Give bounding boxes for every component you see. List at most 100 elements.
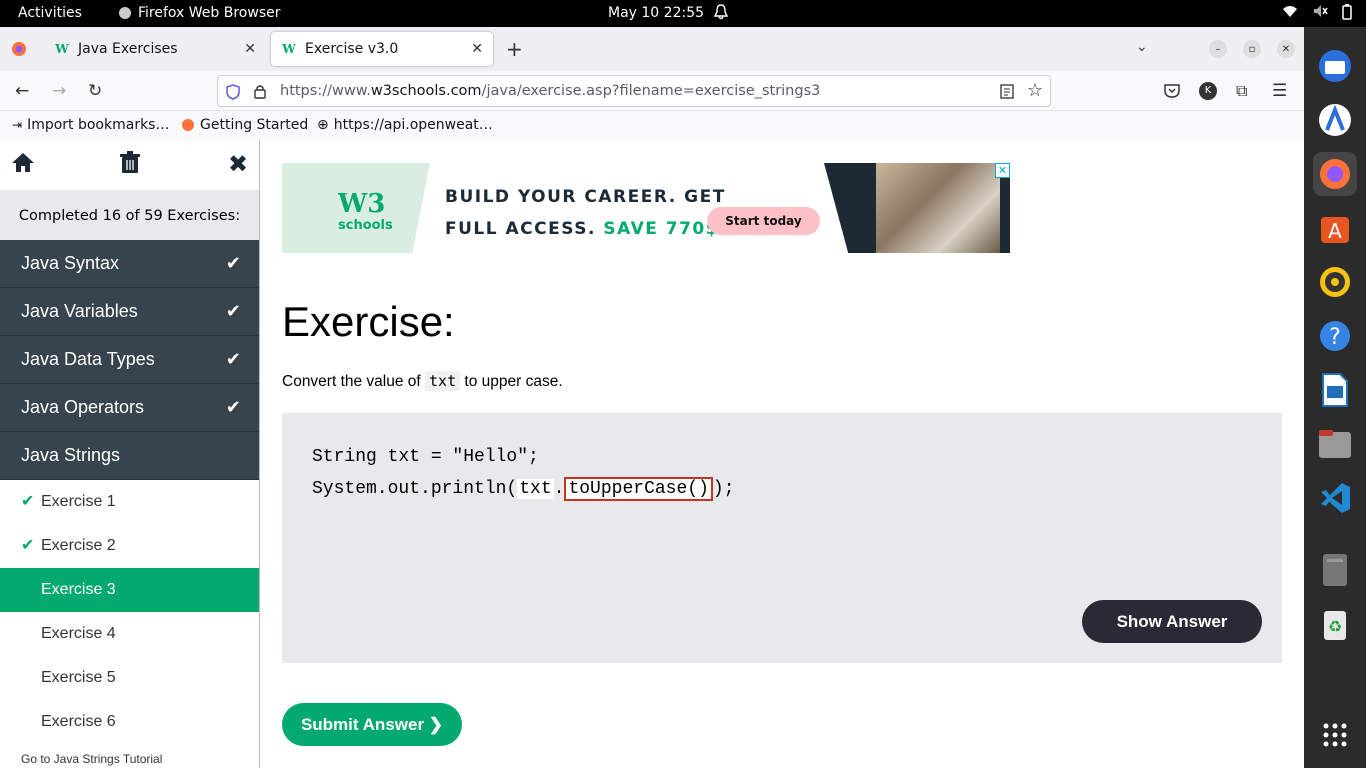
wifi-icon <box>1283 6 1297 17</box>
tutorial-link[interactable]: Go to Java Strings Tutorial <box>21 752 162 766</box>
code-line-1: String txt = "Hello"; <box>312 447 539 467</box>
import-icon: ⇥ <box>12 118 23 132</box>
close-window-icon[interactable]: ✕ <box>1277 40 1295 58</box>
bookmarks-toolbar: ⇥ Import bookmarks… Getting Started ⊕ http… <box>0 111 1304 140</box>
tab-exercise-v3[interactable]: W Exercise v3.0 ✕ <box>271 32 493 66</box>
list-tabs-chevron-down-icon[interactable]: ⌄ <box>1136 39 1148 55</box>
svg-text:♻: ♻ <box>1328 617 1342 636</box>
libreoffice-writer-icon[interactable] <box>1313 368 1357 412</box>
bookmark-openweather[interactable]: ⊕ https://api.openweat… <box>317 117 493 133</box>
tracking-shield-icon[interactable] <box>226 84 240 100</box>
ad-text: BUILD YOUR CAREER. GET FULL ACCESS. SAVE… <box>445 187 726 239</box>
extensions-puzzle-icon[interactable]: ⧉ <box>1236 81 1247 101</box>
checkmark-icon: ✔ <box>225 301 241 321</box>
tab-java-exercises[interactable]: W Java Exercises ✕ <box>44 32 266 66</box>
thunderbird-icon[interactable] <box>1313 44 1357 88</box>
back-arrow-icon[interactable]: ← <box>15 81 29 101</box>
show-applications-icon[interactable] <box>1313 713 1357 757</box>
start-today-button[interactable]: Start today <box>707 207 820 235</box>
rhythmbox-icon[interactable] <box>1313 260 1357 304</box>
navigation-toolbar: ← → ↻ https://www.w3schools.com/java/exe… <box>0 71 1304 111</box>
reload-icon[interactable]: ↻ <box>88 81 102 101</box>
document-viewer-icon[interactable] <box>1313 98 1357 142</box>
minimize-window-icon[interactable]: – <box>1209 40 1227 58</box>
category-java-syntax[interactable]: Java Syntax ✔ <box>0 240 259 288</box>
category-java-operators[interactable]: Java Operators ✔ <box>0 384 259 432</box>
help-icon[interactable]: ? <box>1313 314 1357 358</box>
exercise-item-3[interactable]: Exercise 3 <box>0 568 259 612</box>
ad-banner[interactable]: W3 schools BUILD YOUR CAREER. GET FULL A… <box>282 163 1010 253</box>
exercise-heading: Exercise: <box>282 298 455 345</box>
home-icon[interactable] <box>11 151 35 179</box>
submit-answer-button[interactable]: Submit Answer ❯ <box>282 703 462 746</box>
checkmark-icon: ✔ <box>225 397 241 417</box>
category-java-strings[interactable]: Java Strings <box>0 432 259 480</box>
close-tab-icon[interactable]: ✕ <box>244 41 256 57</box>
app-name-label: Firefox Web Browser <box>138 5 281 21</box>
system-status-area[interactable] <box>1282 4 1352 20</box>
svg-text:?: ? <box>1329 325 1341 350</box>
globe-icon: ⊕ <box>317 117 329 133</box>
volume-muted-icon <box>1314 5 1328 17</box>
ad-close-icon[interactable]: ✕ <box>995 163 1010 178</box>
trash-icon[interactable] <box>120 151 140 180</box>
new-tab-icon[interactable]: + <box>506 37 523 61</box>
firefox-app-icon <box>119 7 131 19</box>
firefox-window: W Java Exercises ✕ W Exercise v3.0 ✕ + ⌄… <box>0 27 1304 768</box>
ad-photo <box>824 163 1010 253</box>
bookmark-getting-started[interactable]: Getting Started <box>181 117 308 133</box>
exercise-item-2[interactable]: ✔ Exercise 2 <box>0 524 259 568</box>
firefox-bookmark-icon <box>182 119 194 131</box>
bookmark-star-icon[interactable]: ☆ <box>1027 80 1043 101</box>
app-menu[interactable]: Firefox Web Browser <box>118 5 281 21</box>
exercise-item-4[interactable]: Exercise 4 <box>0 612 259 656</box>
trash-dock-icon[interactable]: ♻ <box>1313 602 1357 646</box>
done-checkmark-icon: ✔ <box>21 537 35 554</box>
drive-icon[interactable] <box>1313 548 1357 592</box>
category-java-data-types[interactable]: Java Data Types ✔ <box>0 336 259 384</box>
url-text: https://www.w3schools.com/java/exercise.… <box>280 83 821 99</box>
exercise-item-5[interactable]: Exercise 5 <box>0 656 259 700</box>
notification-bell-icon <box>713 4 729 24</box>
hamburger-menu-icon[interactable]: ☰ <box>1272 81 1287 101</box>
checkmark-icon: ✔ <box>225 349 241 369</box>
clock[interactable]: May 10 22:55 <box>608 5 704 21</box>
firefox-dock-icon[interactable] <box>1313 152 1357 196</box>
close-tab-icon[interactable]: ✕ <box>471 41 483 57</box>
lock-icon[interactable] <box>254 84 266 99</box>
code-line-2: System.out.println(txt. toUpperCase()); <box>312 477 735 501</box>
reader-view-icon[interactable] <box>1000 84 1014 99</box>
code-editor: String txt = "Hello"; System.out.println… <box>282 413 1282 663</box>
answer-input[interactable]: toUpperCase() <box>564 477 713 501</box>
forward-arrow-icon[interactable]: → <box>52 81 66 101</box>
exercise-main: W3 schools BUILD YOUR CAREER. GET FULL A… <box>282 140 1282 768</box>
exercise-item-1[interactable]: ✔ Exercise 1 <box>0 480 259 524</box>
show-answer-button[interactable]: Show Answer <box>1082 600 1262 643</box>
exercise-item-6[interactable]: Exercise 6 <box>0 700 259 744</box>
page-content: ✖ Completed 16 of 59 Exercises: Java Syn… <box>0 140 1304 768</box>
tab-title: Exercise v3.0 <box>305 41 399 57</box>
w3schools-favicon-icon: W <box>282 42 296 56</box>
files-icon[interactable] <box>1313 422 1357 466</box>
bookmark-import[interactable]: ⇥ Import bookmarks… <box>12 117 169 133</box>
maximize-window-icon[interactable]: ▫ <box>1243 40 1261 58</box>
exercise-instruction: Convert the value of txt to upper case. <box>282 371 563 391</box>
firefox-view-icon[interactable] <box>11 41 27 61</box>
category-java-variables[interactable]: Java Variables ✔ <box>0 288 259 336</box>
battery-icon <box>1342 4 1352 20</box>
vscode-icon[interactable] <box>1313 476 1357 520</box>
account-avatar-icon[interactable]: K <box>1199 82 1217 100</box>
w3schools-favicon-icon: W <box>55 42 69 56</box>
close-sidebar-icon[interactable]: ✖ <box>228 150 248 178</box>
svg-text:A: A <box>1328 219 1342 243</box>
system-top-bar: Activities Firefox Web Browser May 10 22… <box>0 0 1366 27</box>
activities-button[interactable]: Activities <box>18 5 82 21</box>
checkmark-icon: ✔ <box>225 253 241 273</box>
ubuntu-dock: A ? ♻ <box>1304 27 1366 768</box>
software-center-icon[interactable]: A <box>1313 206 1357 250</box>
exercise-sidebar: ✖ Completed 16 of 59 Exercises: Java Syn… <box>0 140 260 768</box>
sidebar-tools: ✖ <box>0 140 259 190</box>
done-checkmark-icon: ✔ <box>21 493 35 510</box>
pocket-icon[interactable] <box>1164 83 1180 98</box>
url-bar[interactable]: https://www.w3schools.com/java/exercise.… <box>217 75 1051 107</box>
